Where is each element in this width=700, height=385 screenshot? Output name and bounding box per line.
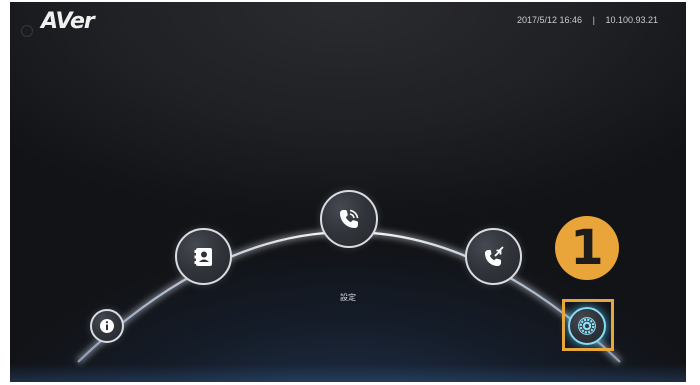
main-screen: AVer 2017/5/12 16:46 | 10.100.93.21 設定 1 — [10, 2, 686, 382]
contacts-icon — [194, 247, 212, 266]
info-icon — [100, 319, 114, 333]
selected-menu-label: 設定 — [340, 293, 356, 302]
call-icon — [340, 209, 359, 228]
call-button[interactable] — [320, 190, 378, 248]
info-button[interactable] — [90, 309, 124, 343]
call-history-icon — [484, 245, 504, 266]
settings-highlight-box — [562, 299, 614, 351]
call-history-button[interactable] — [465, 228, 522, 285]
step-number-badge: 1 — [555, 216, 619, 280]
contacts-button[interactable] — [175, 228, 232, 285]
